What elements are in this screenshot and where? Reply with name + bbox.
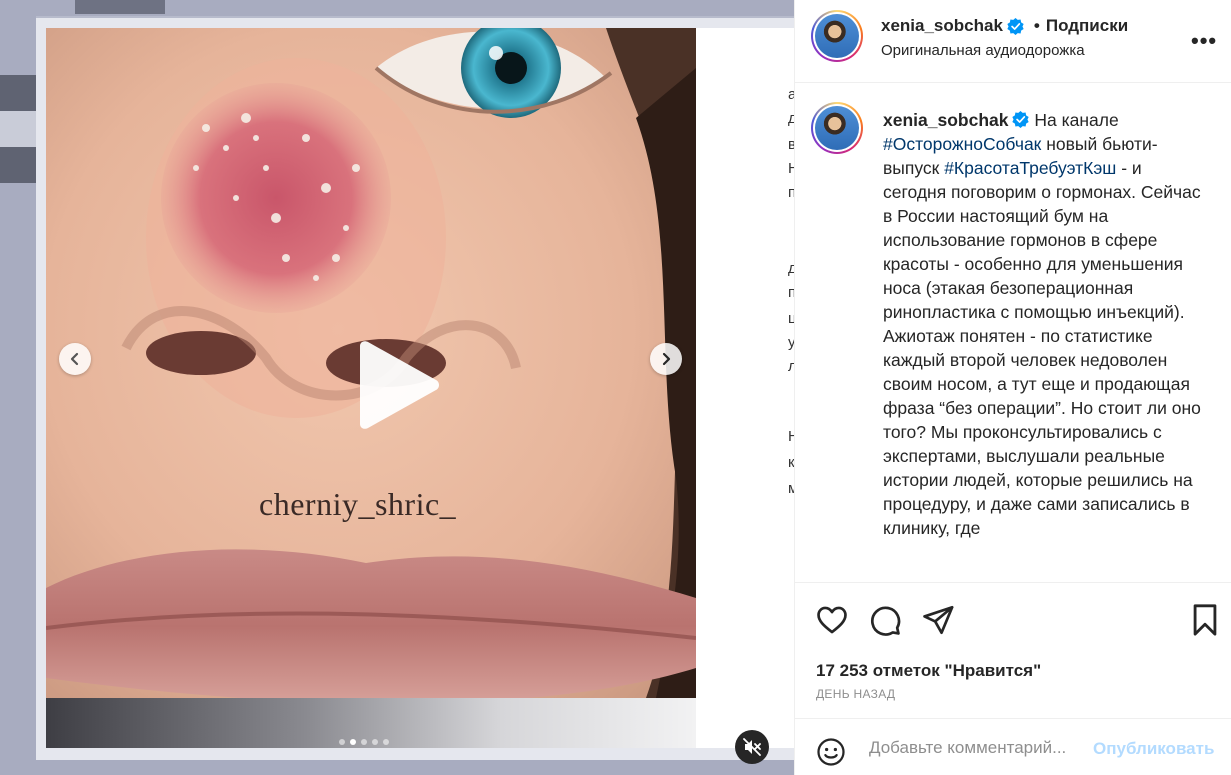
post-date[interactable]: ДЕНЬ НАЗАД bbox=[816, 687, 895, 701]
share-button[interactable] bbox=[921, 603, 955, 642]
comment-icon bbox=[871, 606, 901, 636]
post-caption: xenia_sobchak На канале #ОсторожноСобчак… bbox=[883, 108, 1209, 540]
emoji-icon bbox=[817, 738, 845, 766]
avatar[interactable] bbox=[811, 102, 863, 154]
play-button[interactable] bbox=[352, 340, 442, 435]
emoji-button[interactable] bbox=[816, 737, 846, 772]
share-icon bbox=[923, 605, 954, 635]
chevron-left-icon bbox=[70, 352, 79, 366]
verified-icon bbox=[1012, 111, 1030, 128]
avatar[interactable] bbox=[811, 10, 863, 62]
post-author-line: xenia_sobchak • Подписки bbox=[881, 16, 1128, 36]
comment-input[interactable] bbox=[869, 735, 1091, 761]
carousel-dot bbox=[383, 739, 389, 745]
hashtag-link[interactable]: #ОсторожноСобчак bbox=[883, 134, 1041, 154]
media-background-shape bbox=[75, 0, 165, 14]
avatar-image bbox=[815, 106, 859, 150]
heart-icon bbox=[817, 606, 847, 634]
post-header: xenia_sobchak • Подписки Оригинальная ау… bbox=[795, 0, 1231, 83]
audio-label[interactable]: Оригинальная аудиодорожка bbox=[881, 42, 1085, 59]
save-button[interactable] bbox=[1190, 603, 1220, 642]
media-background-square bbox=[0, 75, 36, 111]
bookmark-icon bbox=[1193, 604, 1217, 636]
caption-text-part: - и сегодня поговорим о гормонах. Сейчас… bbox=[883, 158, 1201, 538]
likes-count[interactable]: 17 253 отметок "Нравится" bbox=[816, 661, 1041, 681]
publish-button[interactable]: Опубликовать bbox=[1093, 739, 1214, 759]
like-button[interactable] bbox=[815, 603, 849, 642]
carousel-dot bbox=[361, 739, 367, 745]
comment-composer: Опубликовать bbox=[795, 718, 1231, 775]
post-media[interactable]: aдвНпдпцулНкм cherniy_shric_ bbox=[0, 0, 794, 775]
video-watermark: cherniy_shric_ bbox=[259, 486, 457, 522]
following-button[interactable]: Подписки bbox=[1046, 16, 1128, 36]
separator-bullet: • bbox=[1033, 16, 1040, 35]
mute-button[interactable] bbox=[735, 730, 769, 764]
hashtag-link[interactable]: #КрасотаТребуэтКэш bbox=[944, 158, 1116, 178]
media-background-square bbox=[0, 111, 36, 147]
chevron-right-icon bbox=[662, 352, 671, 366]
avatar-image bbox=[815, 14, 859, 58]
post-actions: 17 253 отметок "Нравится" ДЕНЬ НАЗАД bbox=[795, 582, 1231, 718]
more-options-button[interactable]: ••• bbox=[1191, 28, 1217, 54]
carousel-indicator bbox=[339, 739, 389, 745]
carousel-dot bbox=[339, 739, 345, 745]
verified-icon bbox=[1007, 17, 1024, 35]
carousel-dot bbox=[372, 739, 378, 745]
comment-button[interactable] bbox=[868, 603, 902, 642]
caption-username[interactable]: xenia_sobchak bbox=[883, 110, 1008, 130]
media-background-square bbox=[0, 147, 36, 183]
mute-icon bbox=[743, 738, 761, 756]
carousel-next-button[interactable] bbox=[650, 343, 682, 375]
caption-section: xenia_sobchak На канале #ОсторожноСобчак… bbox=[795, 84, 1231, 582]
author-username[interactable]: xenia_sobchak bbox=[881, 16, 1003, 36]
carousel-dot bbox=[350, 739, 356, 745]
caption-text-part: На канале bbox=[1034, 110, 1119, 130]
carousel-prev-button[interactable] bbox=[59, 343, 91, 375]
post-side-panel: xenia_sobchak • Подписки Оригинальная ау… bbox=[794, 0, 1231, 775]
more-icon: ••• bbox=[1191, 28, 1218, 53]
media-side-document: aдвНпдпцулНкм bbox=[696, 28, 794, 748]
play-icon bbox=[360, 341, 439, 429]
